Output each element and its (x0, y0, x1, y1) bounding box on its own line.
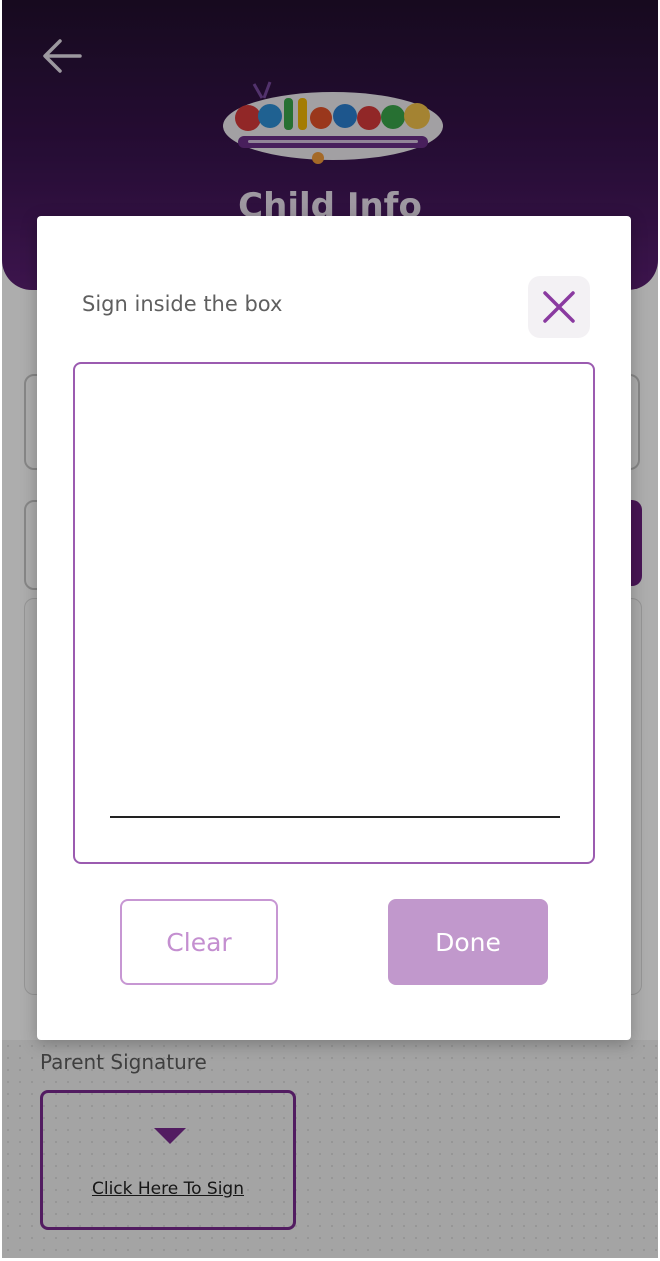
close-button[interactable] (528, 276, 590, 338)
clear-button[interactable]: Clear (120, 899, 278, 985)
app-screen: Child Info Parent Signature Click Here T… (2, 0, 658, 1258)
signature-baseline (110, 816, 560, 818)
signature-pad[interactable] (73, 362, 595, 864)
close-icon (543, 291, 575, 323)
done-button[interactable]: Done (388, 899, 548, 985)
modal-title: Sign inside the box (82, 292, 283, 316)
signature-modal: Sign inside the box Clear Done (37, 216, 631, 1040)
